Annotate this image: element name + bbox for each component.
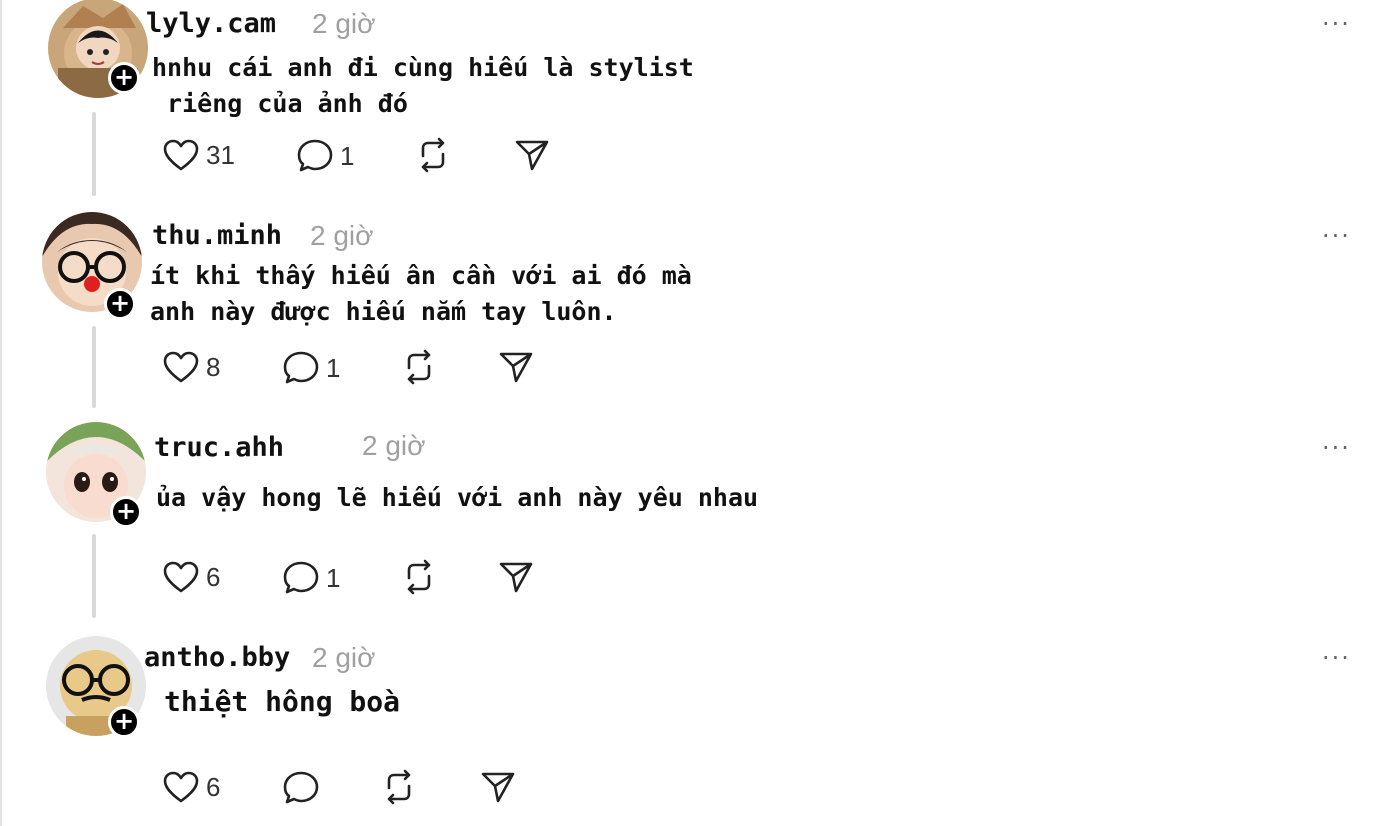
heart-icon [163,351,199,383]
timestamp: 2 giờ [310,220,374,251]
repost-icon [407,559,431,595]
reply-button[interactable]: 1 [282,560,340,596]
reply-button[interactable]: 1 [296,138,354,174]
post-text: ủa vậy hong lẽ hiếu với anh này yêu nhau [156,480,758,516]
post-text-line: thiệt hông boà [164,685,401,718]
share-button[interactable] [498,560,534,594]
send-icon [515,140,549,171]
repost-icon [421,137,445,173]
send-icon [499,562,533,593]
reply-count: 1 [326,352,341,383]
follow-plus-icon[interactable]: + [108,62,140,94]
repost-icon [407,349,431,385]
follow-plus-icon[interactable]: + [110,496,142,528]
post-text: hnhu cái anh đi cùng hiếu là stylist riê… [152,50,694,122]
like-button[interactable]: 8 [162,350,220,384]
repost-icon [387,769,411,805]
post-text-line: ít khi thấy hiếu ân cần với ai đó mà [150,261,692,290]
comment-icon [283,771,319,804]
post-text-line: anh này được hiếu nắm tay luôn. [150,297,617,326]
thread-line [92,534,96,618]
post-text-line: ủa vậy hong lẽ hiếu với anh này yêu nhau [156,483,759,512]
repost-button[interactable] [400,348,438,386]
post-text-line: hnhu cái anh đi cùng hiếu là stylist [152,53,694,82]
more-icon[interactable]: ··· [1322,222,1351,250]
repost-button[interactable] [380,768,418,806]
like-button[interactable]: 6 [162,770,220,804]
timestamp: 2 giờ [362,430,426,461]
follow-plus-icon[interactable]: + [104,288,136,320]
heart-icon [163,771,199,803]
like-count: 31 [206,139,235,170]
avatar[interactable]: + [46,422,146,528]
reply-count: 1 [326,562,341,593]
username[interactable]: lyly.cam [146,8,276,39]
share-button[interactable] [480,770,516,804]
username[interactable]: truc.ahh [154,432,284,463]
like-count: 8 [206,351,221,382]
thread-line [92,112,96,196]
heart-icon [163,561,199,593]
repost-button[interactable] [414,136,452,174]
reply-button[interactable]: 1 [282,350,340,386]
window-edge [0,0,2,826]
post-text-line: riêng của ảnh đó [152,89,408,118]
thread-line [92,326,96,408]
avatar[interactable]: + [48,0,148,98]
post-text: ít khi thấy hiếu ân cần với ai đó mà anh … [150,258,692,330]
follow-plus-icon[interactable]: + [108,706,140,738]
like-count: 6 [206,771,221,802]
comment-icon [283,351,319,384]
timestamp: 2 giờ [312,642,376,673]
post-text: thiệt hông boà [164,684,400,720]
send-icon [499,352,533,383]
send-icon [481,772,515,803]
like-button[interactable]: 31 [162,138,235,172]
username[interactable]: antho.bby [144,642,290,673]
timestamp: 2 giờ [312,8,376,39]
reply-count: 1 [340,140,355,171]
avatar[interactable]: + [46,636,146,738]
comment-icon [283,561,319,594]
avatar[interactable]: + [42,212,142,320]
username[interactable]: thu.minh [152,220,282,251]
repost-button[interactable] [400,558,438,596]
more-icon[interactable]: ··· [1322,10,1351,38]
share-button[interactable] [498,350,534,384]
more-icon[interactable]: ··· [1322,644,1351,672]
like-count: 6 [206,561,221,592]
more-icon[interactable]: ··· [1322,434,1351,462]
share-button[interactable] [514,138,550,172]
like-button[interactable]: 6 [162,560,220,594]
heart-icon [163,139,199,171]
comment-icon [297,139,333,172]
reply-button[interactable] [282,770,326,806]
